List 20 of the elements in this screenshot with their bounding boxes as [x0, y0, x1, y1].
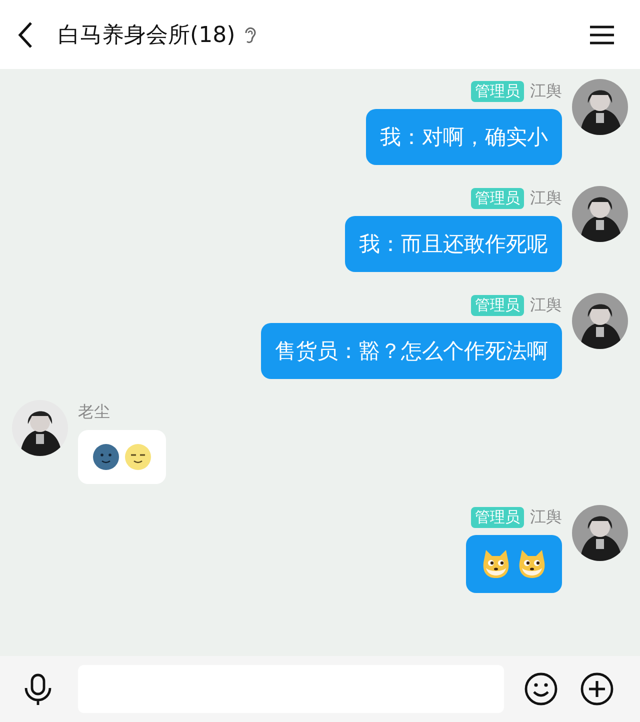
- menu-icon[interactable]: [590, 24, 614, 44]
- add-icon[interactable]: [580, 672, 614, 706]
- sender-name: 江舆: [530, 294, 562, 316]
- sender-name: 江舆: [530, 188, 562, 208]
- moon-face-icon: [124, 443, 152, 471]
- chat-title: 白马养身会所(18): [58, 22, 236, 50]
- smiley-icon[interactable]: [524, 672, 558, 706]
- microphone-icon[interactable]: [24, 673, 52, 705]
- role-tag: 管理员: [471, 294, 524, 316]
- sender-name: 江舆: [530, 80, 562, 102]
- message-bubble: 售货员：豁？怎么个作死法啊: [261, 323, 562, 379]
- sender-name: 老尘: [78, 402, 110, 422]
- role-tag: 管理员: [471, 188, 524, 208]
- message-bubble: 我：对啊，确实小: [366, 109, 562, 165]
- role-tag: 管理员: [471, 506, 524, 528]
- sender-name: 江舆: [530, 506, 562, 528]
- role-tag: 管理员: [471, 80, 524, 102]
- moon-face-icon: [92, 443, 120, 471]
- ear-icon: [243, 24, 258, 44]
- message-bubble: 我：而且还敢作死呢: [345, 216, 562, 272]
